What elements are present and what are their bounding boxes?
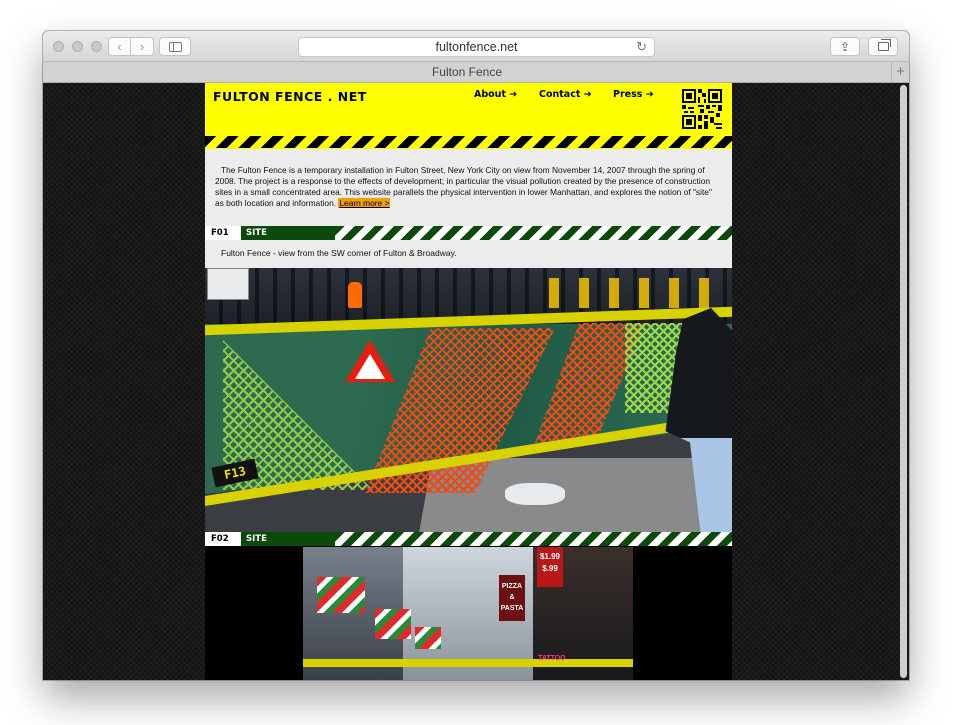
url-text: fultonfence.net	[435, 40, 518, 54]
close-window-button[interactable]	[53, 41, 64, 52]
section-stripes	[335, 532, 732, 546]
intro-text: The Fulton Fence is a temporary installa…	[215, 165, 720, 209]
tab-title[interactable]: Fulton Fence	[43, 62, 891, 82]
warning-lamp	[348, 282, 362, 308]
section-bar-f02: F02 SITE	[205, 532, 732, 546]
snow-pile	[505, 483, 565, 505]
intro-panel: The Fulton Fence is a temporary installa…	[205, 149, 732, 226]
nav-about-link[interactable]: About ➔	[474, 89, 517, 100]
site-header: FULTON FENCE . NET About ➔ Contact ➔ Pre…	[205, 83, 732, 149]
reload-icon[interactable]: ↻	[636, 38, 647, 56]
section-label[interactable]: SITE	[241, 226, 335, 240]
fence-top-rail	[303, 659, 633, 667]
section-code: F02	[205, 532, 241, 546]
address-bar[interactable]: fultonfence.net ↻	[298, 37, 655, 57]
warning-triangle-inner	[355, 354, 385, 379]
photo-caption: Fulton Fence - view from the SW corner o…	[205, 240, 732, 268]
fence-photo[interactable]: F13	[205, 268, 732, 532]
tab-bar: Fulton Fence +	[43, 62, 909, 83]
price-sign: $1.99 $.99	[537, 547, 563, 587]
nav-contact-link[interactable]: Contact ➔	[539, 89, 592, 100]
striped-flag	[375, 609, 411, 639]
section-code: F01	[205, 226, 241, 240]
safety-sign	[207, 268, 249, 300]
browser-window: ‹ › fultonfence.net ↻ ⇪ Fulton Fence + F…	[43, 31, 909, 680]
qr-code-icon	[682, 89, 722, 129]
section-label[interactable]: SITE	[241, 532, 335, 546]
photo-caption-text: Fulton Fence - view from the SW corner o…	[221, 248, 457, 258]
browser-toolbar: ‹ › fultonfence.net ↻ ⇪	[43, 31, 909, 62]
share-button[interactable]: ⇪	[830, 37, 860, 56]
learn-more-link[interactable]: Learn more >	[338, 198, 391, 208]
hazard-stripe	[205, 136, 732, 148]
web-content: FULTON FENCE . NET About ➔ Contact ➔ Pre…	[43, 83, 909, 680]
history-buttons: ‹ ›	[108, 37, 154, 56]
sidebar-toggle-button[interactable]	[159, 37, 191, 56]
nav-press-link[interactable]: Press ➔	[613, 89, 654, 100]
pizza-sign: PIZZA & PASTA	[499, 575, 525, 621]
scrollbar[interactable]	[900, 85, 907, 678]
site-page: FULTON FENCE . NET About ➔ Contact ➔ Pre…	[205, 83, 732, 680]
minimize-window-button[interactable]	[72, 41, 83, 52]
striped-flag	[415, 627, 441, 649]
section-bar-f01: F01 SITE	[205, 226, 732, 240]
new-tab-button[interactable]: +	[891, 62, 909, 82]
window-controls	[53, 41, 102, 52]
tattoo-sign: TATTOO	[538, 655, 566, 662]
street-photo[interactable]: PIZZA & PASTA $1.99 $.99 TATTOO	[303, 547, 633, 680]
section-stripes	[335, 226, 732, 240]
tab-overview-button[interactable]	[868, 37, 898, 56]
hazard-flags	[535, 278, 725, 308]
share-icon: ⇪	[839, 39, 851, 54]
forward-button[interactable]: ›	[131, 37, 154, 56]
intro-body: The Fulton Fence is a temporary installa…	[215, 165, 712, 208]
site-logo[interactable]: FULTON FENCE . NET	[213, 89, 367, 104]
striped-flag	[317, 577, 365, 613]
back-button[interactable]: ‹	[108, 37, 131, 56]
tabs-icon	[877, 39, 891, 51]
zoom-window-button[interactable]	[91, 41, 102, 52]
chevron-right-icon: ›	[139, 39, 145, 54]
chevron-left-icon: ‹	[117, 39, 122, 54]
sidebar-icon	[168, 41, 182, 52]
